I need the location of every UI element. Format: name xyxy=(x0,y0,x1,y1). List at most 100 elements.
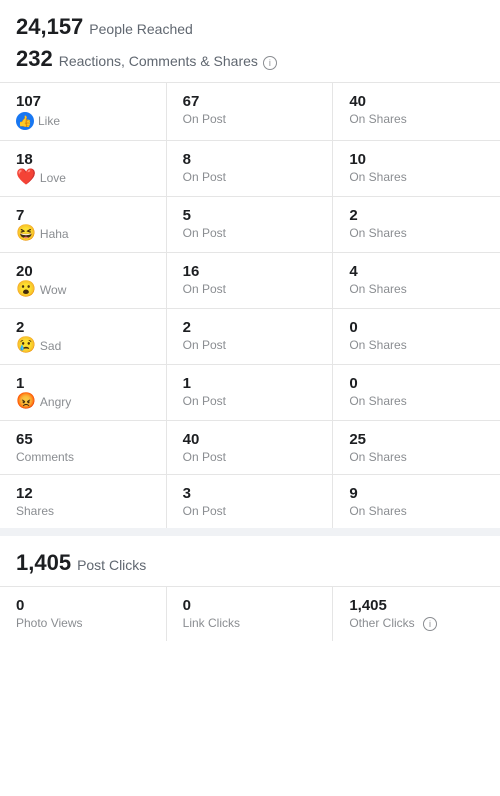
stat-number: 20 xyxy=(16,263,150,280)
stat-number: 1 xyxy=(16,375,150,392)
stat-row: 107 👍Like 67 On Post 40 On Shares xyxy=(0,83,500,141)
stat-number: 18 xyxy=(16,151,150,168)
stat-cell-reaction: 2 😢Sad xyxy=(0,309,167,364)
stat-number: 107 xyxy=(16,93,150,110)
stat-row: 12 Shares 3 On Post 9 On Shares xyxy=(0,475,500,528)
on-post-label: On Post xyxy=(183,112,317,126)
people-reached-label: People Reached xyxy=(89,21,193,37)
link-clicks-number: 0 xyxy=(183,597,317,614)
stat-cell-reaction: 107 👍Like xyxy=(0,83,167,140)
stat-cell-reaction: 12 Shares xyxy=(0,475,167,528)
stat-row: 7 😆Haha 5 On Post 2 On Shares xyxy=(0,197,500,253)
stat-cell-reaction: 65 Comments xyxy=(0,421,167,474)
stat-number: 0 xyxy=(349,319,484,336)
stat-number: 65 xyxy=(16,431,150,448)
stats-section: 107 👍Like 67 On Post 40 On Shares 18 ❤️L… xyxy=(0,83,500,528)
stat-number: 9 xyxy=(349,485,484,502)
photo-views-label: Photo Views xyxy=(16,616,150,630)
photo-views-cell: 0 Photo Views xyxy=(0,587,167,641)
other-clicks-cell: 1,405 Other Clicks i xyxy=(333,587,500,641)
stat-number: 8 xyxy=(183,151,317,168)
stat-cell-on-shares: 4 On Shares xyxy=(333,253,500,308)
reactions-label: Reactions, Comments & Shares xyxy=(59,53,258,69)
haha-emoji: 😆 xyxy=(16,226,36,242)
other-clicks-number: 1,405 xyxy=(349,597,484,614)
stat-cell-on-post: 16 On Post xyxy=(167,253,334,308)
stat-number: 2 xyxy=(183,319,317,336)
stat-cell-on-shares: 0 On Shares xyxy=(333,309,500,364)
other-clicks-label: Other Clicks i xyxy=(349,616,484,631)
stat-cell-reaction: 1 😡Angry xyxy=(0,365,167,420)
stat-label: Comments xyxy=(16,450,150,464)
reactions-number: 232 xyxy=(16,46,53,72)
insights-card: 24,157 People Reached 232 Reactions, Com… xyxy=(0,0,500,796)
on-shares-label: On Shares xyxy=(349,394,484,408)
post-clicks-row: 1,405 Post Clicks xyxy=(16,550,484,576)
reactions-row: 232 Reactions, Comments & Shares i xyxy=(16,46,484,72)
angry-emoji: 😡 xyxy=(16,394,36,410)
stat-cell-reaction: 18 ❤️Love xyxy=(0,141,167,196)
stat-cell-on-post: 40 On Post xyxy=(167,421,334,474)
link-clicks-cell: 0 Link Clicks xyxy=(167,587,334,641)
like-icon: 👍 xyxy=(16,112,34,130)
stat-number: 40 xyxy=(183,431,317,448)
stat-number: 16 xyxy=(183,263,317,280)
on-shares-label: On Shares xyxy=(349,338,484,352)
post-clicks-section: 1,405 Post Clicks xyxy=(0,536,500,587)
stat-cell-reaction: 20 😮Wow xyxy=(0,253,167,308)
stat-cell-on-shares: 9 On Shares xyxy=(333,475,500,528)
wow-emoji: 😮 xyxy=(16,282,36,298)
stat-cell-on-shares: 25 On Shares xyxy=(333,421,500,474)
stat-number: 2 xyxy=(16,319,150,336)
section-divider xyxy=(0,528,500,536)
on-post-label: On Post xyxy=(183,282,317,296)
summary-section: 24,157 People Reached 232 Reactions, Com… xyxy=(0,0,500,83)
click-rows-container: 0 Photo Views 0 Link Clicks 1,405 Other … xyxy=(0,587,500,641)
stat-cell-on-post: 3 On Post xyxy=(167,475,334,528)
stat-number: 10 xyxy=(349,151,484,168)
on-shares-label: On Shares xyxy=(349,226,484,240)
reactions-info-icon[interactable]: i xyxy=(263,56,277,70)
on-shares-label: On Shares xyxy=(349,112,484,126)
stat-cell-on-post: 2 On Post xyxy=(167,309,334,364)
stat-row: 65 Comments 40 On Post 25 On Shares xyxy=(0,421,500,475)
sad-emoji: 😢 xyxy=(16,338,36,354)
love-emoji: ❤️ xyxy=(16,170,36,186)
post-clicks-label: Post Clicks xyxy=(77,557,146,573)
people-reached-row: 24,157 People Reached xyxy=(16,14,484,40)
on-post-label: On Post xyxy=(183,170,317,184)
on-post-label: On Post xyxy=(183,338,317,352)
stat-label: Shares xyxy=(16,504,150,518)
stat-number: 4 xyxy=(349,263,484,280)
stat-row: 18 ❤️Love 8 On Post 10 On Shares xyxy=(0,141,500,197)
on-post-label: On Post xyxy=(183,504,317,518)
stat-number: 25 xyxy=(349,431,484,448)
stat-cell-on-post: 8 On Post xyxy=(167,141,334,196)
stat-number: 67 xyxy=(183,93,317,110)
stat-cell-reaction: 7 😆Haha xyxy=(0,197,167,252)
stat-number: 2 xyxy=(349,207,484,224)
stat-row: 1 😡Angry 1 On Post 0 On Shares xyxy=(0,365,500,421)
stat-number: 40 xyxy=(349,93,484,110)
stat-number: 3 xyxy=(183,485,317,502)
people-reached-number: 24,157 xyxy=(16,14,83,40)
stat-number: 7 xyxy=(16,207,150,224)
stat-number: 0 xyxy=(349,375,484,392)
on-post-label: On Post xyxy=(183,226,317,240)
stat-row: 2 😢Sad 2 On Post 0 On Shares xyxy=(0,309,500,365)
stat-number: 1 xyxy=(183,375,317,392)
stat-cell-on-shares: 40 On Shares xyxy=(333,83,500,140)
stat-cell-on-post: 67 On Post xyxy=(167,83,334,140)
stat-cell-on-shares: 0 On Shares xyxy=(333,365,500,420)
on-shares-label: On Shares xyxy=(349,450,484,464)
photo-views-number: 0 xyxy=(16,597,150,614)
other-clicks-info-icon[interactable]: i xyxy=(423,617,437,631)
link-clicks-label: Link Clicks xyxy=(183,616,317,630)
on-post-label: On Post xyxy=(183,450,317,464)
on-post-label: On Post xyxy=(183,394,317,408)
on-shares-label: On Shares xyxy=(349,170,484,184)
on-shares-label: On Shares xyxy=(349,504,484,518)
stat-cell-on-post: 5 On Post xyxy=(167,197,334,252)
post-clicks-number: 1,405 xyxy=(16,550,71,576)
stat-cell-on-shares: 10 On Shares xyxy=(333,141,500,196)
